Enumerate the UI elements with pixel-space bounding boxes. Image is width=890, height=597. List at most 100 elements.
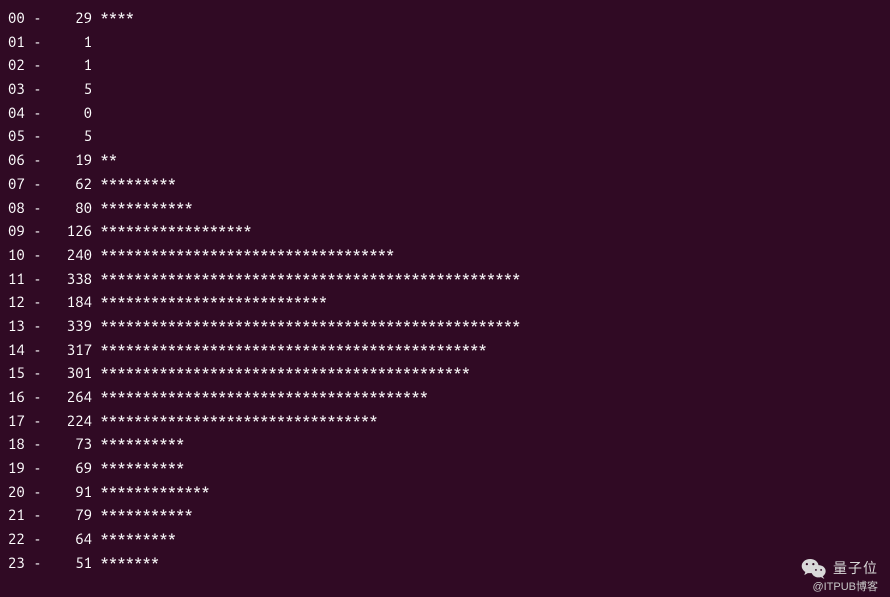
row-value: 338: [50, 267, 92, 291]
row-bar: ***********: [92, 199, 193, 216]
row-value: 79: [50, 503, 92, 527]
watermark: 量子位: [801, 557, 878, 579]
row-value: 64: [50, 527, 92, 551]
histogram-row: 13 - 339 *******************************…: [8, 314, 882, 338]
row-bar: ****************************************…: [92, 270, 520, 287]
histogram-row: 12 - 184 ***************************: [8, 290, 882, 314]
row-bar: ***********************************: [92, 246, 394, 263]
row-separator: -: [25, 341, 50, 358]
row-bar: [92, 127, 100, 144]
row-bar: [92, 33, 100, 50]
row-index: 21: [8, 503, 25, 527]
row-bar: [92, 80, 100, 97]
row-index: 20: [8, 480, 25, 504]
histogram-row: 22 - 64 *********: [8, 527, 882, 551]
row-index: 15: [8, 361, 25, 385]
row-value: 5: [50, 124, 92, 148]
footer-credit: @ITPUB博客: [812, 579, 878, 596]
row-bar: ******************: [92, 222, 252, 239]
row-index: 01: [8, 30, 25, 54]
row-value: 1: [50, 53, 92, 77]
row-index: 12: [8, 290, 25, 314]
row-index: 09: [8, 219, 25, 243]
row-value: 29: [50, 6, 92, 30]
wechat-icon: [801, 557, 827, 579]
histogram-row: 14 - 317 *******************************…: [8, 338, 882, 362]
row-index: 05: [8, 124, 25, 148]
row-value: 264: [50, 385, 92, 409]
row-bar: [92, 56, 100, 73]
row-separator: -: [25, 56, 50, 73]
row-separator: -: [25, 388, 50, 405]
row-bar: *********************************: [92, 412, 378, 429]
row-index: 08: [8, 196, 25, 220]
row-bar: **: [92, 151, 117, 168]
row-separator: -: [25, 246, 50, 263]
row-value: 0: [50, 101, 92, 125]
histogram-row: 18 - 73 **********: [8, 432, 882, 456]
histogram-row: 17 - 224 *******************************…: [8, 409, 882, 433]
row-index: 14: [8, 338, 25, 362]
histogram-row: 23 - 51 *******: [8, 551, 882, 575]
row-bar: **********: [92, 459, 184, 476]
row-value: 5: [50, 77, 92, 101]
row-index: 04: [8, 101, 25, 125]
row-separator: -: [25, 530, 50, 547]
row-value: 339: [50, 314, 92, 338]
histogram-row: 16 - 264 *******************************…: [8, 385, 882, 409]
row-value: 51: [50, 551, 92, 575]
row-index: 22: [8, 527, 25, 551]
histogram-row: 01 - 1: [8, 30, 882, 54]
row-value: 224: [50, 409, 92, 433]
row-separator: -: [25, 9, 50, 26]
row-separator: -: [25, 412, 50, 429]
row-bar: ****************************************…: [92, 364, 470, 381]
row-bar: [92, 104, 100, 121]
row-value: 317: [50, 338, 92, 362]
histogram-row: 21 - 79 ***********: [8, 503, 882, 527]
histogram-row: 20 - 91 *************: [8, 480, 882, 504]
histogram-row: 06 - 19 **: [8, 148, 882, 172]
row-separator: -: [25, 317, 50, 334]
watermark-label: 量子位: [833, 557, 878, 579]
row-value: 19: [50, 148, 92, 172]
row-value: 62: [50, 172, 92, 196]
row-bar: ****************************************…: [92, 341, 487, 358]
row-index: 06: [8, 148, 25, 172]
row-separator: -: [25, 199, 50, 216]
row-value: 91: [50, 480, 92, 504]
histogram-row: 07 - 62 *********: [8, 172, 882, 196]
row-value: 1: [50, 30, 92, 54]
row-bar: *********: [92, 530, 176, 547]
row-index: 16: [8, 385, 25, 409]
row-bar: *******: [92, 554, 159, 571]
row-value: 301: [50, 361, 92, 385]
histogram-row: 10 - 240 *******************************…: [8, 243, 882, 267]
histogram-row: 05 - 5: [8, 124, 882, 148]
row-index: 19: [8, 456, 25, 480]
row-bar: ****************************************…: [92, 317, 520, 334]
row-separator: -: [25, 554, 50, 571]
row-separator: -: [25, 127, 50, 144]
row-separator: -: [25, 104, 50, 121]
histogram-row: 19 - 69 **********: [8, 456, 882, 480]
row-separator: -: [25, 270, 50, 287]
row-value: 69: [50, 456, 92, 480]
row-index: 11: [8, 267, 25, 291]
row-index: 18: [8, 432, 25, 456]
row-index: 00: [8, 6, 25, 30]
histogram-row: 02 - 1: [8, 53, 882, 77]
histogram-row: 15 - 301 *******************************…: [8, 361, 882, 385]
row-value: 126: [50, 219, 92, 243]
row-separator: -: [25, 151, 50, 168]
row-separator: -: [25, 222, 50, 239]
histogram-row: 09 - 126 ******************: [8, 219, 882, 243]
row-value: 80: [50, 196, 92, 220]
row-index: 03: [8, 77, 25, 101]
row-bar: ***************************: [92, 293, 327, 310]
histogram-row: 11 - 338 *******************************…: [8, 267, 882, 291]
row-separator: -: [25, 435, 50, 452]
row-separator: -: [25, 80, 50, 97]
histogram-row: 00 - 29 ****: [8, 6, 882, 30]
row-separator: -: [25, 293, 50, 310]
